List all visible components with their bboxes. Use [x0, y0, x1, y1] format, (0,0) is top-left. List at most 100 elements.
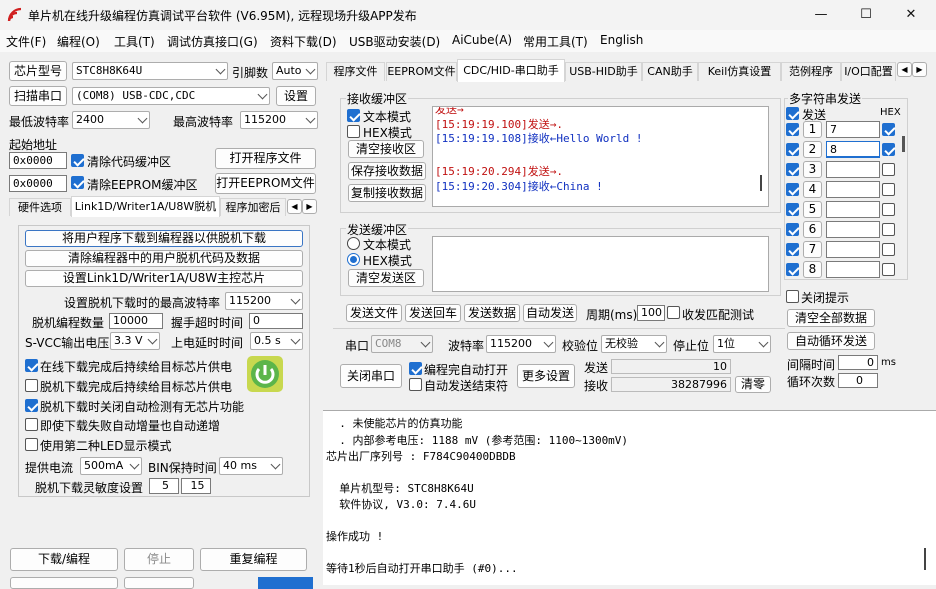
parity-select[interactable]: 无校验 — [601, 335, 667, 353]
baud-select[interactable]: 115200 — [486, 335, 556, 353]
menu-aicube[interactable]: AiCube(A) — [452, 33, 512, 47]
match-test-checkbox[interactable] — [667, 306, 680, 319]
tab-can[interactable]: CAN助手 — [642, 62, 698, 81]
multi-row-checkbox[interactable] — [786, 143, 799, 156]
multi-row-hex-checkbox[interactable] — [882, 263, 895, 276]
multi-row-input[interactable] — [826, 181, 880, 198]
pin-count-select[interactable]: Auto — [272, 62, 318, 80]
stopbits-select[interactable]: 1位 — [713, 335, 771, 353]
multi-row-checkbox[interactable] — [786, 203, 799, 216]
copy-receive-button[interactable]: 复制接收数据 — [348, 184, 426, 202]
sensitivity-input-1[interactable]: 5 — [149, 478, 179, 494]
interval-input[interactable]: 0 — [838, 355, 878, 370]
close-tip-checkbox[interactable] — [786, 290, 799, 303]
tab-serial-assistant[interactable]: CDC/HID-串口助手 — [457, 59, 565, 82]
multi-row-input[interactable]: 8 — [826, 141, 880, 158]
send-cr-button[interactable]: 发送回车 — [405, 304, 461, 322]
multi-row-hex-checkbox[interactable] — [882, 223, 895, 236]
open-program-file-button[interactable]: 打开程序文件 — [215, 148, 316, 169]
code-address-input[interactable]: 0x0000 — [9, 152, 67, 169]
com-port-select[interactable]: (COM8) USB-CDC,CDC — [72, 87, 270, 105]
opt-online-power-checkbox[interactable] — [25, 359, 38, 372]
multi-row-input[interactable] — [826, 201, 880, 218]
menu-usb-driver[interactable]: USB驱动安装(D) — [349, 33, 440, 50]
download-program-button[interactable]: 下载/编程 — [10, 548, 118, 571]
power-toggle-button[interactable] — [247, 356, 283, 392]
eeprom-address-input[interactable]: 0x0000 — [9, 175, 67, 192]
stop-button[interactable]: 停止 — [124, 548, 194, 571]
multi-row-hex-checkbox[interactable] — [882, 183, 895, 196]
multi-row-input[interactable] — [826, 161, 880, 178]
supply-current-select[interactable]: 500mA — [80, 457, 142, 475]
tab-usb-hid[interactable]: USB-HID助手 — [565, 62, 642, 81]
download-to-writer-button[interactable]: 将用户程序下载到编程器以供脱机下载 — [25, 230, 303, 247]
multi-row-input[interactable] — [826, 221, 880, 238]
offline-max-baud-select[interactable]: 115200 — [225, 292, 303, 310]
multi-row-hex-checkbox[interactable] — [882, 143, 895, 156]
multi-row-checkbox[interactable] — [786, 163, 799, 176]
auto-send-button[interactable]: 自动发送 — [523, 304, 577, 322]
more-settings-button[interactable]: 更多设置 — [517, 364, 575, 388]
tab-examples[interactable]: 范例程序 — [781, 62, 841, 81]
port-select[interactable]: COM8 — [371, 335, 433, 353]
menu-tools[interactable]: 工具(T) — [114, 33, 155, 50]
tab-encryption[interactable]: 程序加密后 — [220, 198, 286, 216]
receive-textarea[interactable]: 发送→ [15:19:19.100]发送→. [15:19:19.108]接收←… — [432, 106, 769, 207]
bottom-row-button-2[interactable] — [124, 577, 194, 589]
bottom-row-button-1[interactable] — [10, 577, 118, 589]
menu-program[interactable]: 编程(O) — [57, 33, 100, 50]
rx-scrollbar-thumb[interactable] — [760, 175, 762, 191]
bottom-row-field[interactable] — [258, 577, 313, 589]
prog-auto-open-checkbox[interactable] — [409, 362, 422, 375]
min-baud-select[interactable]: 2400 — [72, 111, 150, 129]
menu-common-tools[interactable]: 常用工具(T) — [523, 33, 588, 50]
chip-model-button[interactable]: 芯片型号 — [9, 61, 67, 81]
opt-offline-power-checkbox[interactable] — [25, 379, 38, 392]
multi-row-send-button[interactable]: 8 — [803, 261, 822, 278]
multi-row-input[interactable] — [826, 261, 880, 278]
multi-row-hex-checkbox[interactable] — [882, 243, 895, 256]
opt-auto-increment-checkbox[interactable] — [25, 418, 38, 431]
repeat-program-button[interactable]: 重复编程 — [200, 548, 307, 571]
multi-row-checkbox[interactable] — [786, 223, 799, 236]
maximize-button[interactable]: ☐ — [843, 0, 889, 30]
multi-row-send-button[interactable]: 4 — [803, 181, 822, 198]
tx-hex-mode-radio[interactable] — [347, 253, 360, 266]
clear-count-button[interactable]: 清零 — [735, 376, 771, 393]
tab-program-file[interactable]: 程序文件 — [326, 62, 385, 81]
log-output[interactable]: . 未使能芯片的仿真功能 . 内部参考电压: 1188 mV (参考范围: 11… — [323, 410, 936, 585]
auto-end-char-checkbox[interactable] — [409, 378, 422, 391]
multi-row-input[interactable]: 7 — [826, 121, 880, 138]
menu-debug[interactable]: 调试仿真接口(G) — [167, 33, 258, 50]
offline-count-input[interactable]: 10000 — [109, 313, 163, 329]
save-receive-button[interactable]: 保存接收数据 — [348, 162, 426, 180]
multi-scrollbar-thumb[interactable] — [902, 136, 905, 152]
clear-eeprom-checkbox[interactable] — [71, 176, 84, 189]
period-input[interactable]: 100 — [637, 305, 665, 321]
log-scrollbar-thumb[interactable] — [924, 548, 926, 570]
multi-row-send-button[interactable]: 5 — [803, 201, 822, 218]
menu-file[interactable]: 文件(F) — [6, 33, 46, 50]
multi-row-hex-checkbox[interactable] — [882, 163, 895, 176]
rx-text-mode-checkbox[interactable] — [347, 109, 360, 122]
sensitivity-input-2[interactable]: 15 — [181, 478, 211, 494]
tab-hardware-options[interactable]: 硬件选项 — [9, 198, 71, 216]
tx-text-mode-radio[interactable] — [347, 237, 360, 250]
multi-row-checkbox[interactable] — [786, 123, 799, 136]
multi-row-send-button[interactable]: 6 — [803, 221, 822, 238]
tab-keil-sim[interactable]: Keil仿真设置 — [698, 62, 781, 81]
multi-row-input[interactable] — [826, 241, 880, 258]
svcc-voltage-select[interactable]: 3.3 V — [110, 332, 160, 350]
multi-row-hex-checkbox[interactable] — [882, 203, 895, 216]
multi-send-all-checkbox[interactable] — [786, 107, 799, 120]
max-baud-select[interactable]: 115200 — [240, 111, 318, 129]
multi-row-send-button[interactable]: 2 — [803, 141, 822, 158]
handshake-timeout-input[interactable]: 0 — [249, 313, 303, 329]
clear-send-button[interactable]: 清空发送区 — [348, 269, 424, 287]
set-master-chip-button[interactable]: 设置Link1D/Writer1A/U8W主控芯片 — [25, 270, 303, 287]
right-tab-scroll-left[interactable]: ◀ — [897, 62, 912, 77]
close-port-button[interactable]: 关闭串口 — [340, 364, 402, 388]
settings-button[interactable]: 设置 — [276, 86, 316, 106]
multi-row-checkbox[interactable] — [786, 183, 799, 196]
poweron-delay-select[interactable]: 0.5 s — [250, 332, 303, 350]
